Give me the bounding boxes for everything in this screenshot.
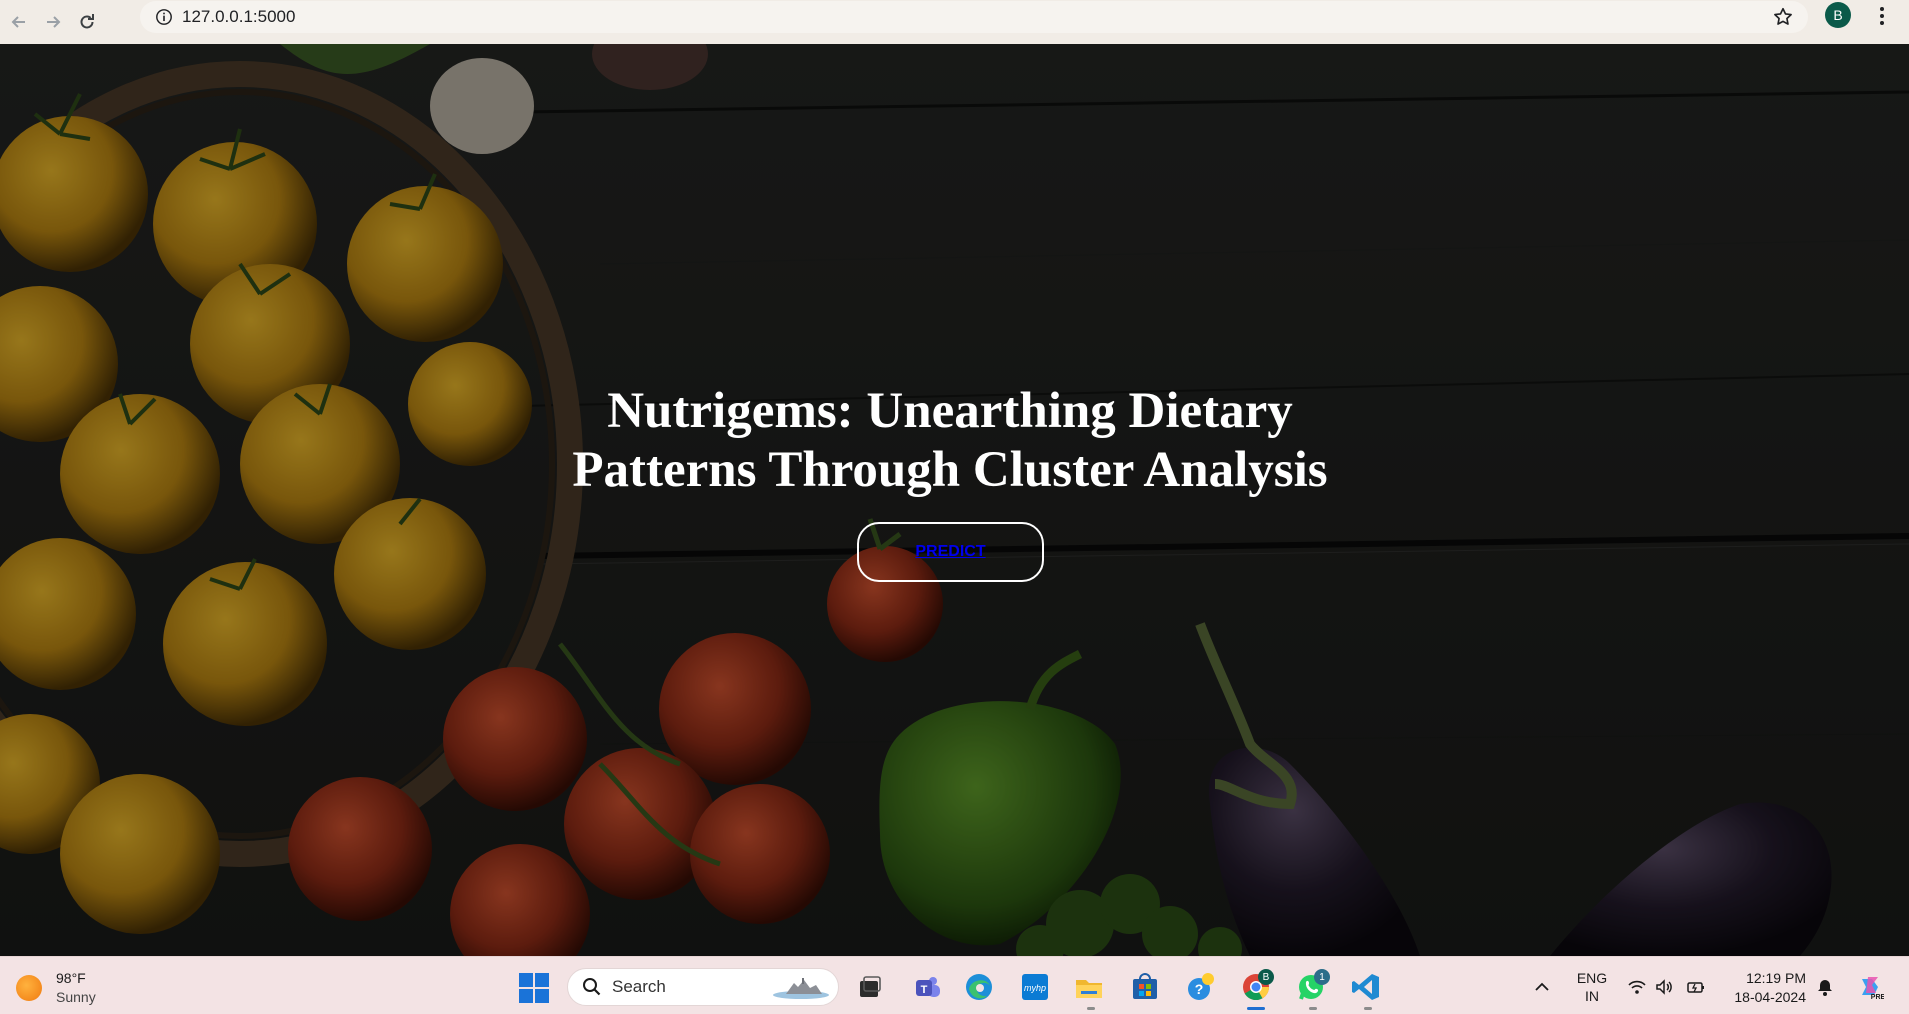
notification-bell-icon[interactable]: [1815, 977, 1835, 997]
weather-condition: Sunny: [56, 989, 96, 1005]
back-icon: [11, 16, 25, 28]
svg-text:myhp: myhp: [1024, 983, 1046, 993]
url-text[interactable]: 127.0.0.1:5000: [182, 7, 295, 27]
microsoft-store-icon[interactable]: [1129, 971, 1161, 1003]
taskbar-search-box[interactable]: Search: [567, 968, 839, 1006]
predict-button[interactable]: PREDICT: [857, 522, 1044, 582]
page-title: Nutrigems: Unearthing Dietary Patterns T…: [572, 383, 1328, 498]
copilot-icon[interactable]: PRE: [1856, 973, 1884, 1001]
address-bar[interactable]: 127.0.0.1:5000: [140, 1, 1808, 33]
clock-time: 12:19 PM: [1746, 970, 1806, 986]
language-region: IN: [1585, 988, 1599, 1004]
profile-avatar[interactable]: B: [1825, 2, 1851, 28]
reload-button[interactable]: [72, 7, 102, 37]
myhp-icon[interactable]: myhp: [1019, 971, 1051, 1003]
search-placeholder: Search: [612, 977, 666, 996]
system-clock[interactable]: 12:19 PM 18-04-2024: [1724, 969, 1806, 1007]
chevron-up-icon[interactable]: [1532, 977, 1552, 997]
wifi-icon[interactable]: [1627, 977, 1647, 997]
battery-icon[interactable]: [1686, 977, 1706, 997]
get-help-icon[interactable]: ?: [1185, 971, 1217, 1003]
svg-text:PRE: PRE: [1871, 994, 1884, 1001]
browser-toolbar: 127.0.0.1:5000 B: [0, 0, 1909, 44]
windows-taskbar: 98°F Sunny Search T myhp ? B 1 ENG IN 12…: [0, 956, 1909, 1014]
language-indicator[interactable]: ENG IN: [1572, 969, 1612, 1005]
info-icon[interactable]: [154, 7, 174, 27]
svg-text:?: ?: [1195, 981, 1204, 997]
teams-icon[interactable]: T: [911, 971, 943, 1003]
task-view-icon[interactable]: [853, 971, 885, 1003]
back-button[interactable]: [4, 7, 34, 37]
clock-date: 18-04-2024: [1734, 989, 1806, 1005]
volume-icon[interactable]: [1654, 977, 1674, 997]
star-icon[interactable]: [1772, 6, 1794, 28]
forward-icon: [47, 16, 61, 28]
search-highlight-image: [773, 978, 829, 999]
language-code: ENG: [1576, 970, 1608, 986]
vscode-icon[interactable]: [1350, 971, 1382, 1003]
reload-icon: [80, 14, 94, 29]
weather-widget[interactable]: 98°F Sunny: [16, 969, 96, 1007]
svg-text:T: T: [921, 984, 928, 996]
hero-section: Nutrigems: Unearthing Dietary Patterns T…: [520, 382, 1380, 500]
search-icon: [583, 978, 601, 996]
sun-icon: [16, 975, 42, 1001]
vegetable-background-image: [0, 44, 1909, 956]
forward-button[interactable]: [38, 7, 68, 37]
windows-start-icon[interactable]: [519, 973, 549, 1003]
predict-link[interactable]: PREDICT: [915, 543, 985, 561]
edge-icon[interactable]: [963, 971, 995, 1003]
weather-temperature: 98°F: [56, 970, 86, 986]
kebab-menu-icon[interactable]: [1872, 2, 1892, 30]
whatsapp-notification-badge: 1: [1314, 969, 1330, 985]
file-explorer-icon[interactable]: [1073, 971, 1105, 1003]
page-viewport: Nutrigems: Unearthing Dietary Patterns T…: [0, 44, 1909, 956]
chrome-profile-badge: B: [1258, 969, 1274, 985]
